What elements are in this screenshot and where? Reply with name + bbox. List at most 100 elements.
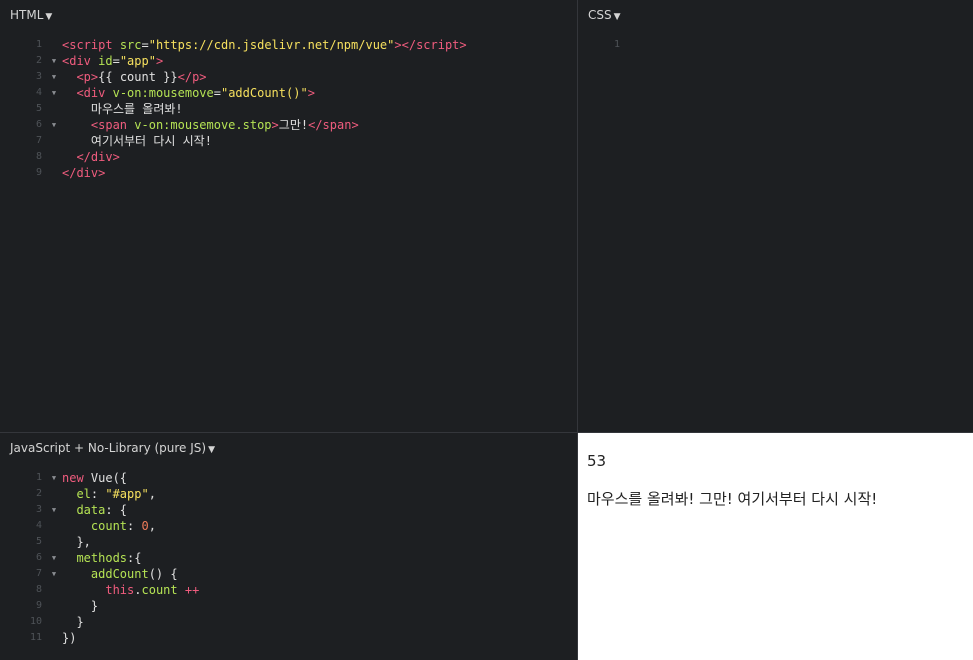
line-number: 9 <box>35 167 42 178</box>
code-line[interactable]: 4 ▼ <div v-on:mousemove="addCount()"> <box>0 85 577 101</box>
code-token: : <box>90 487 106 501</box>
code-line[interactable]: 2 el: "#app", <box>0 486 577 502</box>
html-code-editor[interactable]: 1 <script src="https://cdn.jsdelivr.net/n… <box>0 37 577 432</box>
code-token: 마우스를 올려봐! <box>62 102 183 116</box>
code-text: } <box>62 614 83 630</box>
code-line[interactable]: 1 <script src="https://cdn.jsdelivr.net/n… <box>0 37 577 53</box>
line-number: 7 <box>35 568 42 579</box>
code-text: </div> <box>62 149 119 165</box>
code-token: > <box>155 54 164 68</box>
code-token: </div> <box>62 166 106 180</box>
code-token: :{ <box>127 551 142 565</box>
code-line[interactable]: 2 ▼ <div id="app"> <box>0 53 577 69</box>
code-line[interactable]: 8 this.count ++ <box>0 582 577 598</box>
code-token: </p> <box>177 70 207 84</box>
code-token: this <box>105 583 135 597</box>
code-line[interactable]: 1 ▼ new Vue({ <box>0 470 577 486</box>
fold-toggle-icon[interactable]: ▼ <box>50 550 58 566</box>
html-pane-title: HTML <box>10 8 44 22</box>
code-token: , <box>148 487 156 501</box>
code-token: <span <box>90 118 128 132</box>
code-text: <span v-on:mousemove.stop>그만!</span> <box>62 117 359 133</box>
result-text[interactable]: 마우스를 올려봐! 그만! 여기서부터 다시 시작! <box>587 488 877 509</box>
chevron-down-icon: ▼ <box>45 12 53 22</box>
line-number: 9 <box>35 600 42 611</box>
code-token: }, <box>62 535 91 549</box>
code-line[interactable]: 4 count: 0, <box>0 518 577 534</box>
code-line[interactable]: 11}) <box>0 630 577 646</box>
line-number: 5 <box>35 103 42 114</box>
code-token: = <box>112 54 120 68</box>
line-number: 4 <box>35 87 42 98</box>
code-token: }) <box>62 631 77 645</box>
code-token: "addCount()" <box>220 86 308 100</box>
code-line[interactable]: 9 </div> <box>0 165 577 181</box>
code-token: = <box>141 38 149 52</box>
line-number: 7 <box>35 135 42 146</box>
code-token: methods <box>76 551 128 565</box>
code-line[interactable]: 7 여기서부터 다시 시작! <box>0 133 577 149</box>
fold-toggle-icon[interactable]: ▼ <box>50 566 58 582</box>
js-language-dropdown[interactable]: JavaScript + No-Library (pure JS) ▼ <box>10 440 215 456</box>
code-token: <div <box>62 54 91 68</box>
line-number: 1 <box>35 472 42 483</box>
code-token: v-on:mousemove <box>112 86 214 100</box>
line-number: 8 <box>35 151 42 162</box>
line-number: 5 <box>35 536 42 547</box>
code-line[interactable]: 9 } <box>0 598 577 614</box>
css-code-editor[interactable]: 1 <box>578 37 973 432</box>
code-token: id <box>98 54 113 68</box>
code-line[interactable]: 5 마우스를 올려봐! <box>0 101 577 117</box>
code-line[interactable]: 10 } <box>0 614 577 630</box>
code-text: addCount() { <box>62 566 178 582</box>
code-line[interactable]: 5 }, <box>0 534 577 550</box>
js-code-editor[interactable]: 1 ▼ new Vue({2 el: "#app", 3 ▼ data: {4 coun… <box>0 470 577 660</box>
code-text: }, <box>62 534 91 550</box>
fold-toggle-icon[interactable]: ▼ <box>50 117 58 133</box>
code-line[interactable]: 1 <box>578 37 973 53</box>
code-token: 여기서부터 다시 시작! <box>62 134 212 148</box>
code-text: methods:{ <box>62 550 141 566</box>
fold-toggle-icon[interactable]: ▼ <box>50 53 58 69</box>
code-text: 마우스를 올려봐! <box>62 101 183 117</box>
code-text: 여기서부터 다시 시작! <box>62 133 212 149</box>
code-line[interactable]: 6 ▼ <span v-on:mousemove.stop>그만!</span> <box>0 117 577 133</box>
code-text: </div> <box>62 165 105 181</box>
chevron-down-icon: ▼ <box>613 12 621 22</box>
code-line[interactable]: 8 </div> <box>0 149 577 165</box>
fold-toggle-icon[interactable]: ▼ <box>50 69 58 85</box>
code-token: > <box>307 86 315 100</box>
fold-toggle-icon[interactable]: ▼ <box>50 470 58 486</box>
fold-toggle-icon[interactable]: ▼ <box>50 85 58 101</box>
code-line[interactable]: 3 ▼ data: { <box>0 502 577 518</box>
fold-toggle-icon[interactable]: ▼ <box>50 502 58 518</box>
css-language-dropdown[interactable]: CSS ▼ <box>588 7 621 23</box>
code-text: <script src="https://cdn.jsdelivr.net/np… <box>62 37 467 53</box>
code-token: () { <box>148 567 178 581</box>
line-number: 2 <box>35 488 42 499</box>
code-token: new <box>62 471 84 485</box>
line-number: 1 <box>613 39 620 50</box>
code-token: <div <box>76 86 106 100</box>
code-line[interactable]: 7 ▼ addCount() { <box>0 566 577 582</box>
code-text: <div v-on:mousemove="addCount()"> <box>62 85 315 101</box>
html-language-dropdown[interactable]: HTML ▼ <box>10 7 52 23</box>
code-text: data: { <box>62 502 127 518</box>
line-number: 1 <box>35 39 42 50</box>
code-line[interactable]: 6 ▼ methods:{ <box>0 550 577 566</box>
code-token: ++ <box>184 583 200 597</box>
code-token: v-on:mousemove.stop <box>134 118 272 132</box>
code-text: }) <box>62 630 76 646</box>
chevron-down-icon: ▼ <box>208 445 216 455</box>
code-token: : { <box>105 503 128 517</box>
line-number: 8 <box>35 584 42 595</box>
code-token: } <box>62 599 99 613</box>
code-token: . <box>134 583 142 597</box>
code-line[interactable]: 3 ▼ <p>{{ count }}</p> <box>0 69 577 85</box>
